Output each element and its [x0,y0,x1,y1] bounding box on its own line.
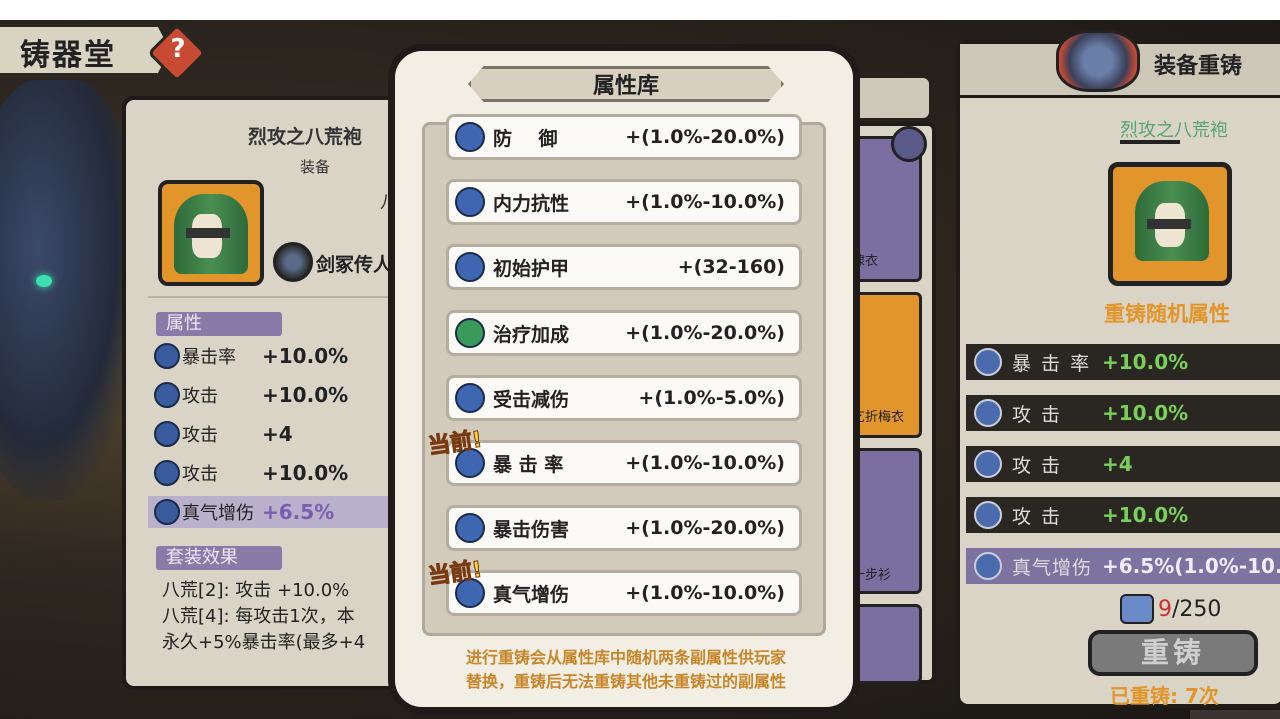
sword-icon [154,421,180,447]
divider [148,296,398,298]
material-icon [1120,594,1154,624]
owner-avatar[interactable] [273,242,313,282]
attribute-row: 防 御 +(1.0%-20.0%) [446,114,802,160]
dialog-title: 属性库 [592,74,659,99]
list-item[interactable] [846,604,922,684]
armor-icon [455,252,485,282]
stat-row: 攻击 +4 [154,418,293,450]
recast-equip-name: 烈攻之八荒袍 [1120,120,1228,141]
shield-icon [455,122,485,152]
qi-icon [974,552,1002,580]
list-item-label: 十步衫 [852,568,892,583]
attribute-row-current: 暴 击 率 +(1.0%-10.0%) [446,440,802,486]
sword-icon [974,450,1002,478]
recast-stat-row[interactable]: 攻 击 +10.0% [966,497,1280,533]
recast-cost: 9 /250 [1120,594,1221,624]
stat-row: 攻击 +10.0% [154,457,348,489]
dialog-footer-note: 进行重铸会从属性库中随机两条副属性供玩家 替换，重铸后无法重铸其他未重铸过的副属… [465,648,786,691]
robe-icon [1108,162,1232,286]
equip-type: 装备 [300,158,331,176]
attribute-row-current: 真气增伤 +(1.0%-10.0%) [446,570,802,616]
recast-stat-row[interactable]: 攻 击 +10.0% [966,395,1280,431]
attribute-row: 初始护甲 +(32-160) [446,244,802,290]
recast-count: 已重铸: 7次 [1110,684,1219,708]
heal-icon [455,318,485,348]
page-title: 铸器堂 [20,38,116,73]
question-icon[interactable]: ? [168,34,188,64]
equip-name: 烈攻之八荒袍 [248,126,363,148]
stat-row-highlighted: 真气增伤 +6.5% [148,496,398,528]
swirl-icon [455,187,485,217]
list-item-label: 乞折梅衣 [852,410,905,425]
recast-stat-row-selected[interactable]: 真气增伤 +6.5%(1.0%-10. [966,548,1280,584]
recast-button[interactable]: 重铸 [1088,630,1258,676]
set-effect-line: 八荒[4]: 每攻击1次，本 [162,606,355,627]
top-bar [0,0,1280,20]
crit-damage-icon [455,513,485,543]
attribute-row: 受击减伤 +(1.0%-5.0%) [446,375,802,421]
set-effect-label: 套装效果 [156,546,282,570]
qi-icon [154,499,180,525]
sword-icon [974,501,1002,529]
random-attr-label: 重铸随机属性 [1104,302,1230,326]
owner-badge-icon [891,126,927,162]
sword-icon [974,399,1002,427]
stat-row: 暴击率 +10.0% [154,340,348,372]
mid-header [855,78,929,118]
attributes-label: 属性 [156,312,282,336]
cost-current: 9 [1158,596,1172,622]
recast-title: 装备重铸 [1154,54,1243,79]
sword-icon [154,460,180,486]
bottom-strip [1190,710,1280,719]
set-effect-line: 八荒[2]: 攻击 +10.0% [162,580,350,601]
recast-stat-row[interactable]: 攻 击 +4 [966,446,1280,482]
stat-row: 攻击 +10.0% [154,379,348,411]
sword-icon [154,382,180,408]
set-effect-line: 永久+5%暴击率(最多+4 [162,632,366,653]
recast-stat-row[interactable]: 暴 击 率 +10.0% [966,344,1280,380]
cost-total: /250 [1172,596,1222,622]
attribute-row: 内力抗性 +(1.0%-10.0%) [446,179,802,225]
crit-icon [974,348,1002,376]
character-eye [36,275,52,287]
damage-reduce-icon [455,383,485,413]
attribute-row: 治疗加成 +(1.0%-20.0%) [446,310,802,356]
hanger-decoration [1120,140,1180,160]
attribute-row: 暴击伤害 +(1.0%-20.0%) [446,505,802,551]
crit-icon [154,343,180,369]
background-character [0,80,140,500]
forge-emblem-icon [1056,30,1140,92]
robe-icon[interactable] [158,180,264,286]
